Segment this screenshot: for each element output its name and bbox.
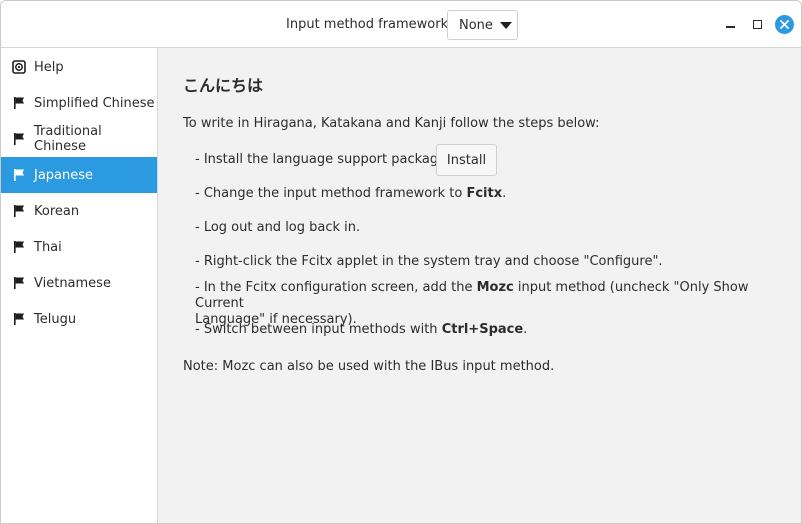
close-button[interactable] <box>775 15 794 34</box>
note-text: Note: Mozc can also be used with the IBu… <box>183 359 555 374</box>
step-text: . <box>502 186 507 201</box>
help-icon <box>12 60 26 74</box>
sidebar-item-label: Korean <box>34 203 80 219</box>
flag-icon <box>12 276 26 290</box>
framework-dropdown-value: None <box>459 17 493 33</box>
step-text: - In the Fcitx configuration screen, add… <box>195 280 477 295</box>
maximize-button[interactable] <box>748 15 766 33</box>
sidebar-item-thai[interactable]: Thai <box>1 229 157 265</box>
framework-label: Input method framework: <box>286 17 453 32</box>
minimize-button[interactable] <box>721 15 739 33</box>
framework-dropdown[interactable]: None <box>447 10 518 40</box>
page-title: こんにちは <box>183 76 264 95</box>
sidebar-item-vietnamese[interactable]: Vietnamese <box>1 265 157 301</box>
sidebar-item-label: Simplified Chinese <box>34 95 155 111</box>
step-text: . <box>523 322 528 337</box>
step-framework: - Change the input method framework to F… <box>195 186 755 202</box>
sidebar-item-label: Traditional Chinese <box>34 124 102 154</box>
close-icon <box>780 20 789 29</box>
step-text: - Install the language support packages: <box>195 152 458 167</box>
flag-icon <box>12 132 26 146</box>
sidebar-item-help[interactable]: Help <box>1 49 157 85</box>
step-text: - Change the input method framework to <box>195 186 467 201</box>
sidebar-item-label: Help <box>34 59 64 75</box>
step-add-mozc: - In the Fcitx configuration screen, add… <box>195 280 755 328</box>
intro-text: To write in Hiragana, Katakana and Kanji… <box>183 116 600 131</box>
step-configure: - Right-click the Fcitx applet in the sy… <box>195 254 755 270</box>
japanese-page: こんにちは To write in Hiragana, Katakana and… <box>159 48 801 523</box>
sidebar: Help Simplified Chinese Traditional Chin… <box>1 48 158 523</box>
step-switch: - Switch between input methods with Ctrl… <box>195 322 755 338</box>
flag-icon <box>12 168 26 182</box>
step-text: - Right-click the Fcitx applet in the sy… <box>195 254 663 269</box>
sidebar-item-label: Japanese <box>34 167 94 183</box>
flag-icon <box>12 204 26 218</box>
sidebar-item-korean[interactable]: Korean <box>1 193 157 229</box>
sidebar-item-simplified-chinese[interactable]: Simplified Chinese <box>1 85 157 121</box>
step-bold-text: Ctrl+Space <box>441 322 524 337</box>
step-text: - Switch between input methods with <box>195 322 442 337</box>
sidebar-item-telugu[interactable]: Telugu <box>1 301 157 337</box>
flag-icon <box>12 312 26 326</box>
sidebar-item-label: Thai <box>34 239 62 255</box>
step-text: - Log out and log back in. <box>195 220 361 235</box>
sidebar-item-traditional-chinese[interactable]: Traditional Chinese <box>1 121 157 157</box>
sidebar-item-label: Telugu <box>34 311 77 327</box>
step-logout: - Log out and log back in. <box>195 220 755 236</box>
step-bold-text: Fcitx <box>466 186 503 201</box>
step-bold-text: Mozc <box>476 280 514 295</box>
title-bar: Input method framework: None <box>1 1 801 48</box>
maximize-icon <box>752 19 762 29</box>
sidebar-item-japanese[interactable]: Japanese <box>1 157 157 193</box>
caret-down-icon <box>499 21 512 29</box>
minimize-icon <box>725 26 735 28</box>
install-button[interactable]: Install <box>436 144 497 176</box>
sidebar-item-label: Vietnamese <box>34 275 111 291</box>
language-settings-window: Input method framework: None Help Simpli… <box>0 0 802 524</box>
flag-icon <box>12 240 26 254</box>
flag-icon <box>12 96 26 110</box>
